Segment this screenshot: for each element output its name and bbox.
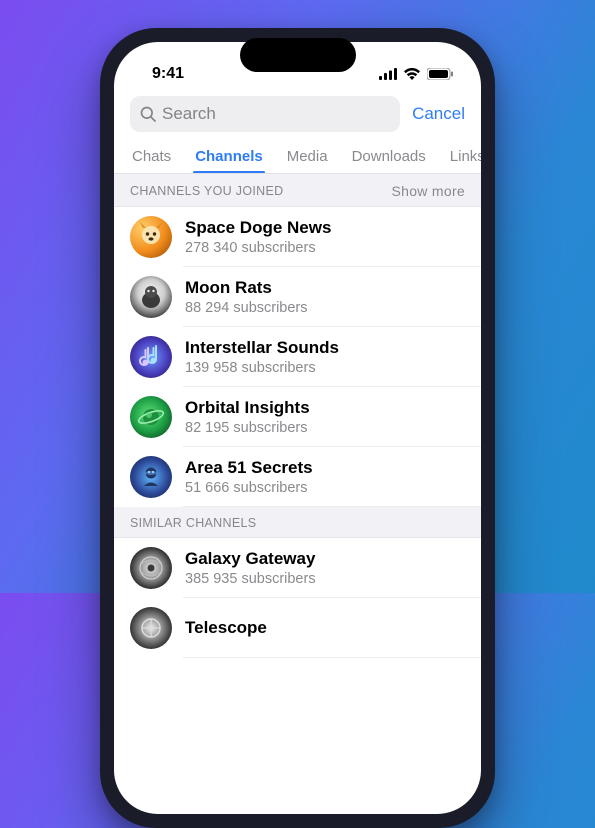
channel-row[interactable]: Telescope: [114, 598, 481, 658]
channel-row[interactable]: Interstellar Sounds 139 958 subscribers: [114, 327, 481, 387]
tab-links[interactable]: Links: [450, 144, 481, 173]
avatar: [130, 396, 172, 438]
cellular-icon: [379, 68, 397, 80]
channel-name: Orbital Insights: [185, 397, 310, 418]
section-label: CHANNELS YOU JOINED: [130, 184, 283, 198]
channel-sub: 88 294 subscribers: [185, 299, 308, 317]
dynamic-island: [240, 38, 356, 72]
section-label: SIMILAR CHANNELS: [130, 516, 256, 530]
channel-sub: 51 666 subscribers: [185, 479, 313, 497]
channel-meta: Area 51 Secrets 51 666 subscribers: [185, 457, 313, 496]
channel-meta: Moon Rats 88 294 subscribers: [185, 277, 308, 316]
channel-name: Space Doge News: [185, 217, 331, 238]
channel-meta: Orbital Insights 82 195 subscribers: [185, 397, 310, 436]
avatar: [130, 276, 172, 318]
tab-media[interactable]: Media: [287, 144, 328, 173]
tab-downloads[interactable]: Downloads: [352, 144, 426, 173]
channel-sub: 278 340 subscribers: [185, 239, 331, 257]
channel-row[interactable]: Galaxy Gateway 385 935 subscribers: [114, 538, 481, 598]
channel-row[interactable]: Moon Rats 88 294 subscribers: [114, 267, 481, 327]
phone-frame: 9:41 Search Cancel Chats Channels Media …: [100, 28, 495, 828]
tabs: Chats Channels Media Downloads Links: [114, 138, 481, 174]
wifi-icon: [403, 68, 421, 80]
show-more-button[interactable]: Show more: [391, 183, 465, 199]
channel-sub: 82 195 subscribers: [185, 419, 310, 437]
tab-chats[interactable]: Chats: [132, 144, 171, 173]
status-indicators: [379, 68, 453, 80]
channel-row[interactable]: Space Doge News 278 340 subscribers: [114, 207, 481, 267]
channel-name: Area 51 Secrets: [185, 457, 313, 478]
channel-meta: Galaxy Gateway 385 935 subscribers: [185, 548, 316, 587]
channel-row[interactable]: Orbital Insights 82 195 subscribers: [114, 387, 481, 447]
status-time: 9:41: [142, 65, 184, 83]
avatar: [130, 456, 172, 498]
avatar: [130, 336, 172, 378]
section-header-similar: SIMILAR CHANNELS: [114, 507, 481, 538]
channel-name: Interstellar Sounds: [185, 337, 339, 358]
battery-icon: [427, 68, 453, 80]
channel-meta: Interstellar Sounds 139 958 subscribers: [185, 337, 339, 376]
section-header-joined: CHANNELS YOU JOINED Show more: [114, 174, 481, 207]
channel-sub: 139 958 subscribers: [185, 359, 339, 377]
avatar: [130, 607, 172, 649]
tab-channels[interactable]: Channels: [195, 144, 263, 173]
search-placeholder: Search: [162, 104, 216, 124]
search-icon: [140, 106, 156, 122]
channel-sub: 385 935 subscribers: [185, 570, 316, 588]
screen: 9:41 Search Cancel Chats Channels Media …: [114, 42, 481, 814]
channel-row[interactable]: Area 51 Secrets 51 666 subscribers: [114, 447, 481, 507]
avatar: [130, 547, 172, 589]
search-row: Search Cancel: [114, 94, 481, 138]
search-input[interactable]: Search: [130, 96, 400, 132]
channel-name: Telescope: [185, 617, 267, 638]
channel-meta: Space Doge News 278 340 subscribers: [185, 217, 331, 256]
channel-name: Moon Rats: [185, 277, 308, 298]
channel-name: Galaxy Gateway: [185, 548, 316, 569]
cancel-button[interactable]: Cancel: [412, 104, 465, 124]
avatar: [130, 216, 172, 258]
channel-meta: Telescope: [185, 617, 267, 638]
